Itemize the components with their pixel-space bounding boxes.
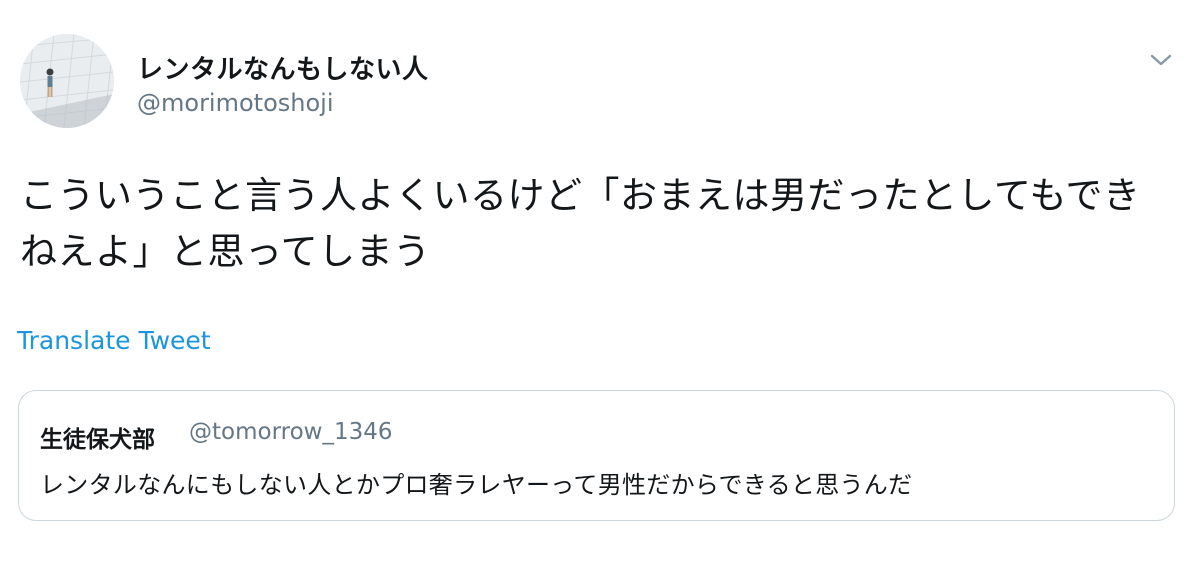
quoted-author-display-name: 生徒保犬部: [40, 427, 155, 453]
tweet-text: こういうこと言う人よくいるけど「おまえは男だったとしてもできねえよ」と思ってしま…: [20, 174, 1141, 273]
author-handle[interactable]: @morimotoshoji: [137, 89, 334, 117]
translate-tweet-link[interactable]: Translate Tweet: [17, 326, 211, 355]
quoted-tweet[interactable]: 生徒保犬部 @tomorrow_1346 レンタルなんにもしない人とかプロ奢ラレ…: [18, 390, 1175, 521]
avatar[interactable]: [20, 34, 114, 128]
quoted-tweet-text: レンタルなんにもしない人とかプロ奢ラレヤーって男性だからできると思うんだ: [40, 471, 913, 499]
tweet-card: レンタルなんもしない人 @morimotoshoji こういうこと言う人よくいる…: [0, 0, 1197, 561]
author-display-name[interactable]: レンタルなんもしない人: [137, 49, 429, 86]
quoted-author-handle: @tomorrow_1346: [189, 419, 393, 445]
avatar-image: [20, 34, 114, 128]
chevron-down-icon[interactable]: [1148, 50, 1174, 70]
